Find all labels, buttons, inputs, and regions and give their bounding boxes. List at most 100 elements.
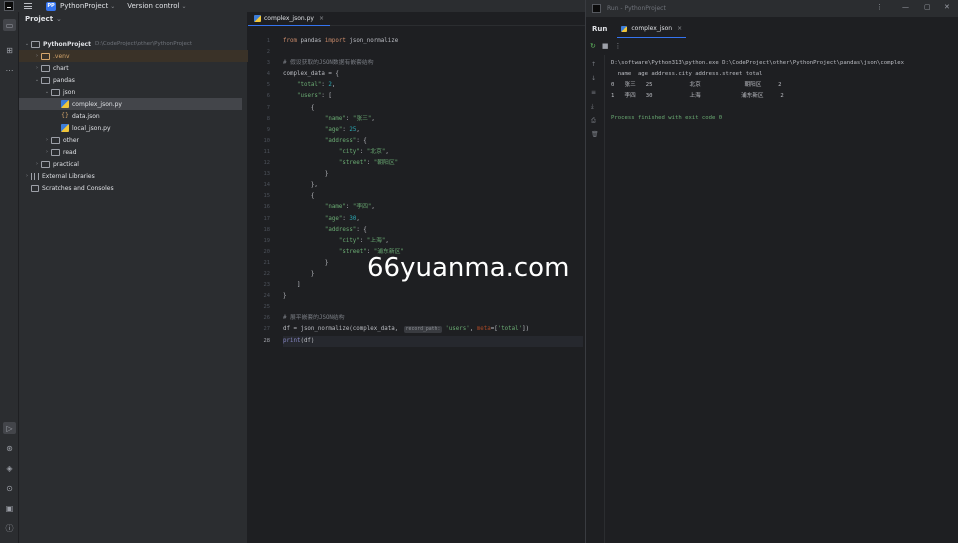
- more-options-icon[interactable]: ⋮: [876, 3, 883, 11]
- editor-tab-complex-json[interactable]: complex_json.py ×: [248, 12, 330, 26]
- chevron-right-icon[interactable]: ›: [23, 173, 31, 179]
- project-panel-title[interactable]: Project: [25, 15, 53, 23]
- chevron-down-icon[interactable]: ⌄: [110, 3, 115, 10]
- restore-icon[interactable]: ▢: [924, 3, 931, 11]
- code-text: : [: [321, 93, 332, 100]
- tree-item-data-json[interactable]: {} data.json: [19, 110, 248, 122]
- console-output[interactable]: D:\software\Python313\python.exe D:\Code…: [611, 58, 958, 124]
- scroll-to-end-icon[interactable]: ⤓: [591, 103, 594, 111]
- string: "age": [324, 126, 343, 133]
- tree-item-external-libraries[interactable]: › External Libraries: [19, 170, 248, 182]
- chevron-right-icon[interactable]: ›: [43, 137, 51, 143]
- string: 'total': [497, 326, 523, 333]
- run-tab-complex-json[interactable]: complex_json ×: [617, 20, 687, 38]
- more-options-icon[interactable]: ⋮: [615, 42, 622, 50]
- project-badge[interactable]: PP: [46, 1, 56, 11]
- chevron-down-icon[interactable]: ⌄: [23, 41, 31, 47]
- line-number: 27: [263, 326, 271, 333]
- chevron-down-icon[interactable]: ⌄: [33, 77, 41, 83]
- code-text: }: [310, 270, 315, 277]
- tree-item-venv[interactable]: › .venv: [19, 50, 248, 62]
- layers-icon[interactable]: ◈: [3, 462, 16, 474]
- chevron-down-icon[interactable]: ⌄: [56, 15, 62, 23]
- code-text: ,: [469, 326, 477, 333]
- folder-icon: [51, 136, 60, 144]
- python-file-icon: [621, 25, 628, 32]
- python-packages-icon[interactable]: ⊛: [3, 442, 16, 454]
- code-line: "name": "张三",: [283, 114, 583, 125]
- tree-item-root[interactable]: ⌄ PythonProject D:\CodeProject\other\Pyt…: [19, 38, 248, 50]
- code-text: {: [310, 193, 315, 200]
- services-icon[interactable]: ⊙: [3, 482, 16, 494]
- editor-tab-label: complex_json.py: [264, 14, 314, 22]
- code-area[interactable]: from pandas import json_normalize # 假设获取…: [283, 36, 583, 347]
- code-text: :: [345, 204, 353, 211]
- string: "张三": [352, 115, 372, 122]
- rerun-icon[interactable]: ↻: [590, 42, 596, 50]
- tree-item-pandas[interactable]: ⌄ pandas: [19, 74, 248, 86]
- code-line: "street": "朝阳区": [283, 158, 583, 169]
- tree-item-label: External Libraries: [42, 172, 95, 180]
- line-number: 24: [263, 293, 271, 300]
- trash-icon[interactable]: 🗑: [591, 131, 599, 138]
- tree-item-other[interactable]: › other: [19, 134, 248, 146]
- line-number: 16: [263, 204, 271, 211]
- print-icon[interactable]: ⎙: [591, 117, 596, 125]
- code-text: json_normalize: [345, 38, 399, 44]
- string: "street": [338, 160, 367, 167]
- code-line: "total": 2,: [283, 80, 583, 91]
- close-icon[interactable]: ×: [677, 25, 682, 32]
- tree-item-label: read: [63, 148, 77, 156]
- tree-item-label: complex_json.py: [72, 100, 122, 108]
- chevron-right-icon[interactable]: ›: [33, 53, 41, 59]
- python-file-icon: [61, 100, 69, 108]
- tree-item-json-folder[interactable]: ⌄ json: [19, 86, 248, 98]
- chevron-right-icon[interactable]: ›: [43, 149, 51, 155]
- code-text: :: [366, 160, 374, 167]
- tree-item-complex-json-py[interactable]: complex_json.py: [19, 98, 242, 110]
- tree-item-scratches[interactable]: Scratches and Consoles: [19, 182, 248, 194]
- chevron-down-icon[interactable]: ⌄: [43, 89, 51, 95]
- project-tool-icon[interactable]: ▭: [3, 19, 16, 31]
- arrow-down-icon[interactable]: ↓: [591, 75, 596, 82]
- project-panel-header[interactable]: Project ⌄: [19, 12, 247, 26]
- problems-icon[interactable]: ⓘ: [3, 522, 16, 534]
- tree-item-read[interactable]: › read: [19, 146, 248, 158]
- chevron-right-icon[interactable]: ›: [33, 65, 41, 71]
- main-menu-icon[interactable]: [24, 3, 32, 9]
- minimize-icon[interactable]: —: [902, 3, 909, 11]
- project-switcher[interactable]: PythonProject: [60, 2, 108, 10]
- code-text: pandas: [296, 38, 325, 44]
- arrow-up-icon[interactable]: ↑: [591, 61, 596, 68]
- terminal-icon[interactable]: ▣: [3, 502, 16, 514]
- console-line: D:\software\Python313\python.exe D:\Code…: [611, 60, 904, 66]
- code-line: }: [283, 293, 287, 300]
- line-number: 23: [263, 282, 271, 289]
- project-tree: ⌄ PythonProject D:\CodeProject\other\Pyt…: [19, 38, 248, 194]
- chevron-right-icon[interactable]: ›: [33, 161, 41, 167]
- run-tool-icon[interactable]: ▷: [3, 422, 16, 434]
- version-control-menu[interactable]: Version control: [127, 2, 179, 10]
- tree-item-label: chart: [53, 64, 69, 72]
- more-tools-icon[interactable]: ⋯: [3, 64, 16, 76]
- stop-icon[interactable]: ■: [602, 42, 609, 50]
- library-icon: [31, 172, 39, 180]
- run-window-title-bar: Run - PythonProject ⋮ — ▢ ✕: [586, 0, 958, 17]
- soft-wrap-icon[interactable]: ≡: [591, 89, 596, 96]
- scratches-icon: [31, 184, 39, 192]
- tree-item-chart[interactable]: › chart: [19, 62, 248, 74]
- string: 'users': [445, 326, 470, 333]
- close-icon[interactable]: ×: [319, 15, 324, 22]
- structure-tool-icon[interactable]: ⊞: [3, 44, 16, 56]
- chevron-down-icon[interactable]: ⌄: [181, 3, 186, 10]
- code-text: (df): [300, 337, 315, 344]
- close-icon[interactable]: ✕: [944, 3, 950, 11]
- tree-item-label: pandas: [53, 76, 75, 84]
- tree-item-practical[interactable]: › practical: [19, 158, 248, 170]
- main-title-bar: PP PythonProject ⌄ Version control ⌄: [0, 0, 585, 12]
- keyword: from: [283, 38, 297, 44]
- code-text: : {: [356, 137, 367, 144]
- tree-item-local-json-py[interactable]: local_json.py: [19, 122, 248, 134]
- folder-icon: [41, 76, 50, 84]
